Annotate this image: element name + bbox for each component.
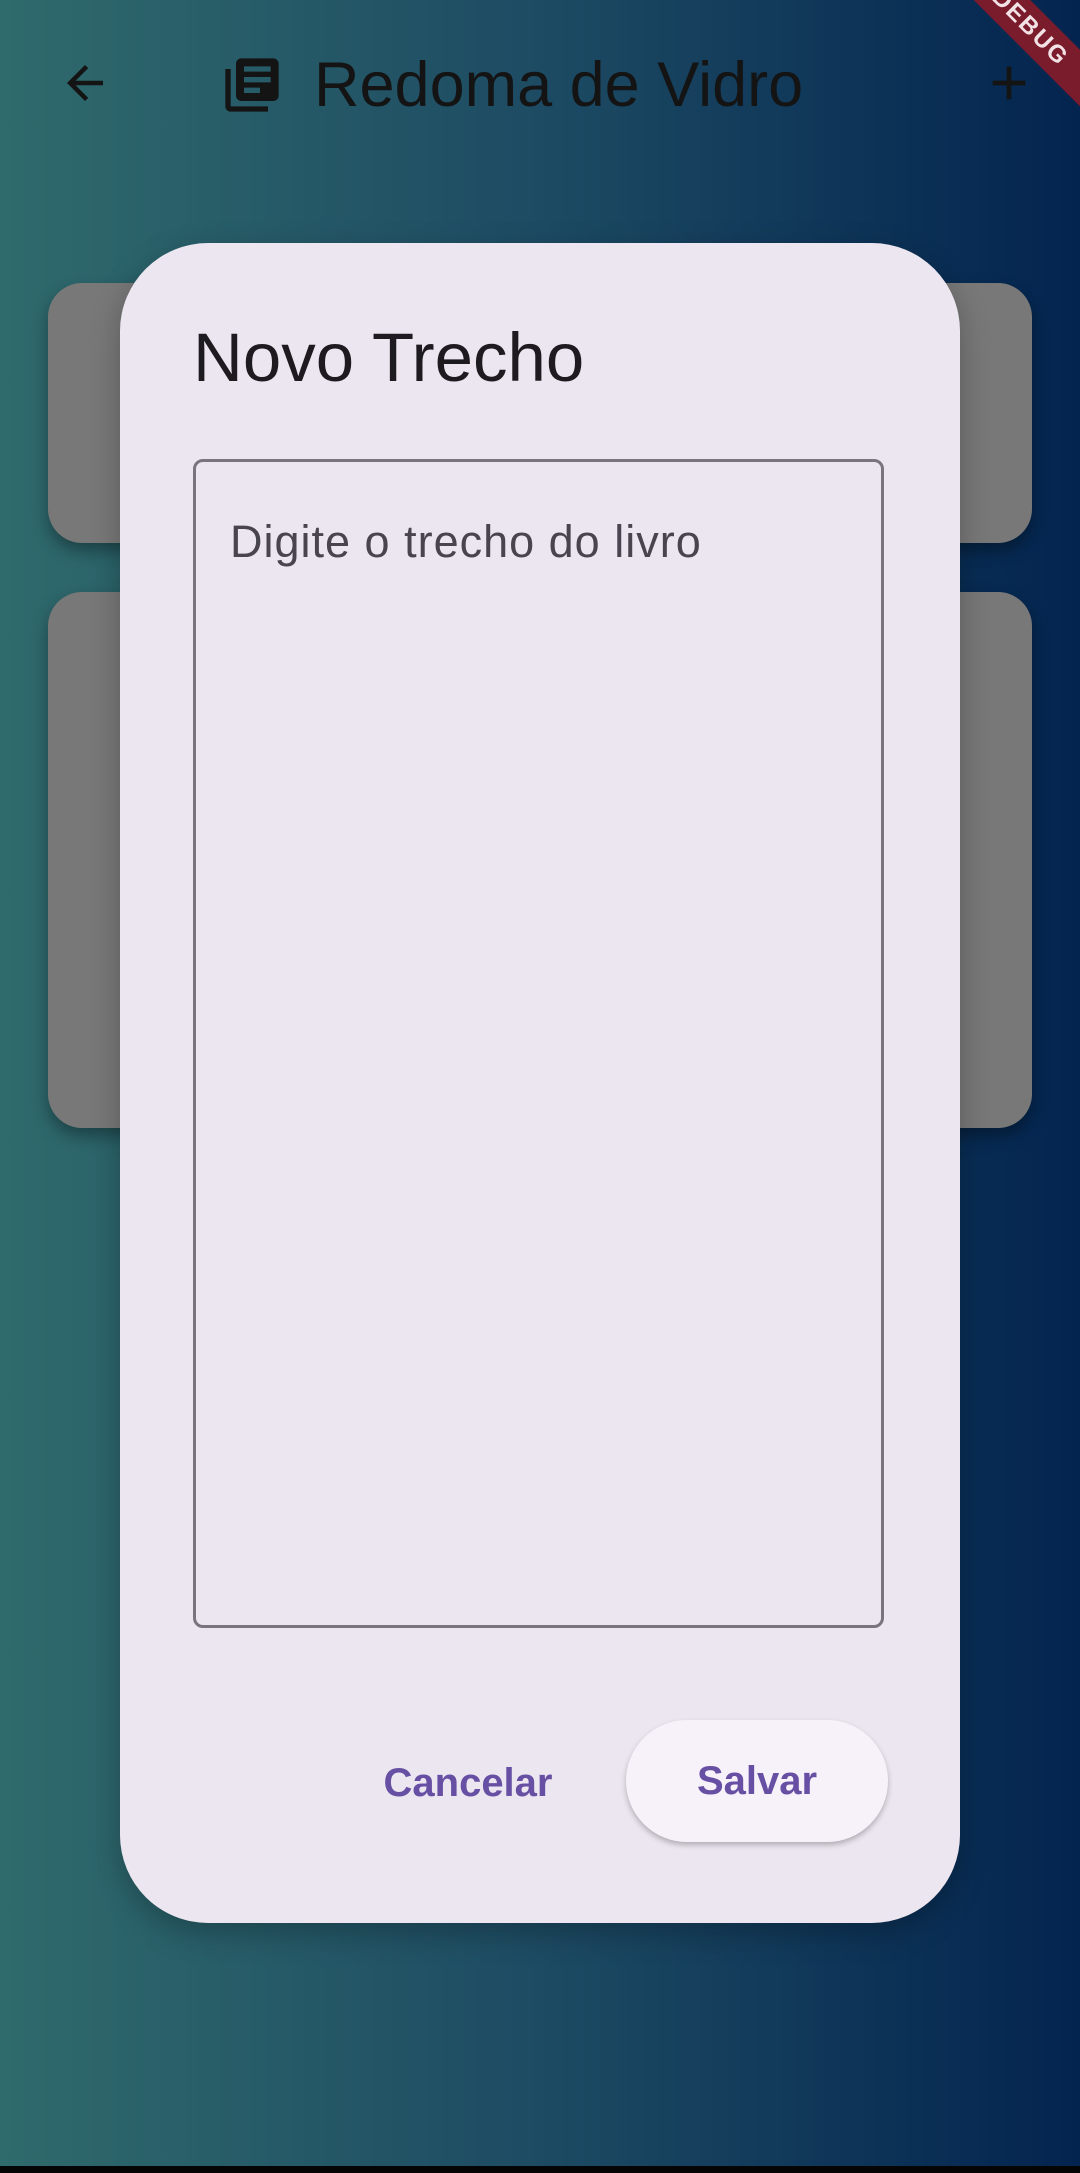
system-navigation-bar	[0, 2166, 1080, 2173]
arrow-back-icon	[67, 65, 103, 101]
library-books-icon	[225, 58, 279, 112]
new-excerpt-dialog: Novo Trecho Cancelar Salvar	[120, 243, 960, 1923]
app-title: Redoma de Vidro	[314, 50, 804, 120]
back-button[interactable]	[40, 38, 130, 128]
excerpt-text-field[interactable]	[193, 459, 884, 1628]
cancel-button[interactable]: Cancelar	[368, 1723, 568, 1843]
dialog-title: Novo Trecho	[193, 319, 585, 396]
add-icon	[992, 66, 1026, 100]
save-button[interactable]: Salvar	[626, 1720, 888, 1842]
app-bar: Redoma de Vidro	[0, 0, 1080, 165]
app-bar-title-group: Redoma de Vidro	[220, 40, 803, 130]
